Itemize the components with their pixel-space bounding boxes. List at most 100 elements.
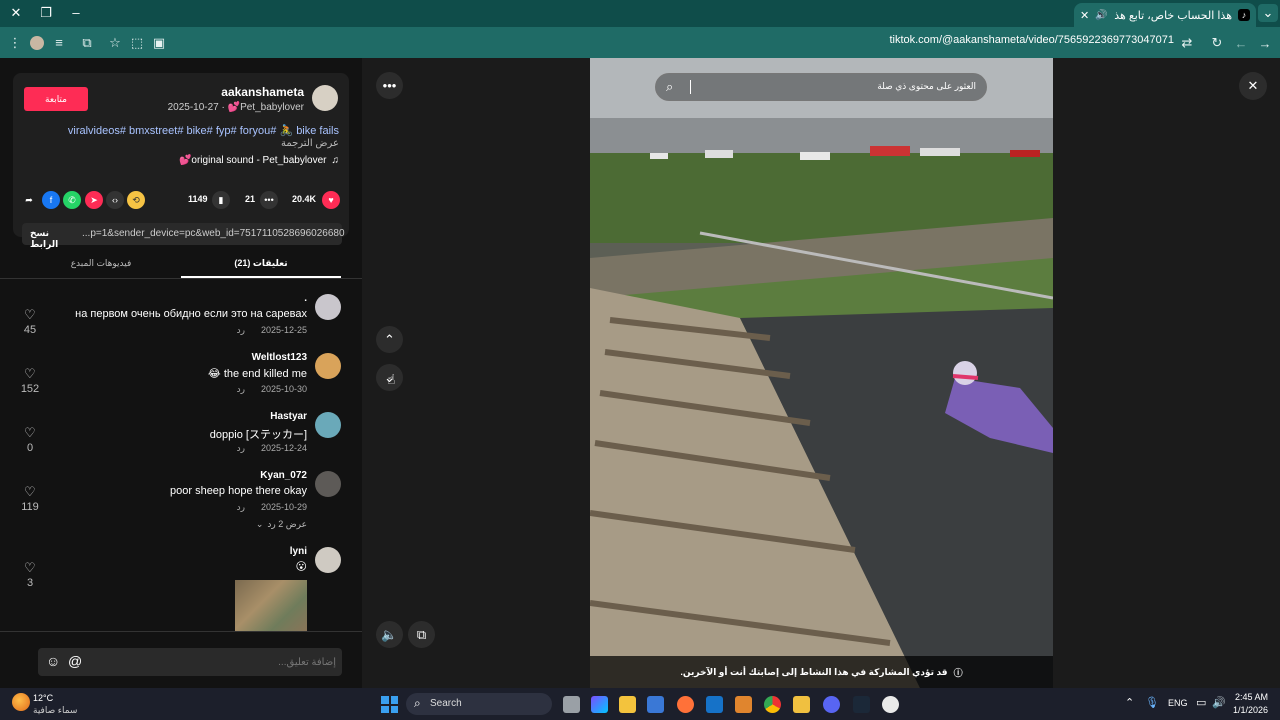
app-icon[interactable]	[793, 696, 810, 713]
speaker-icon[interactable]: 🔊	[1212, 696, 1226, 709]
back-icon[interactable]: ←	[1230, 32, 1252, 54]
chevron-down-icon: ⌄	[255, 519, 264, 529]
more-options-icon[interactable]: •••	[376, 72, 403, 99]
weather-moon-icon[interactable]	[12, 693, 30, 711]
commenter-avatar[interactable]	[315, 471, 341, 497]
comment-image[interactable]	[235, 580, 307, 632]
profile-icon[interactable]	[26, 32, 48, 54]
network-icon[interactable]: ▭	[1196, 696, 1206, 709]
discord-icon[interactable]	[823, 696, 840, 713]
store-icon[interactable]	[647, 696, 664, 713]
volume-icon[interactable]: 🔈	[376, 621, 403, 648]
task-view-icon[interactable]	[563, 696, 580, 713]
comment-like-icon[interactable]: ♡	[24, 425, 36, 441]
chrome-icon[interactable]	[764, 696, 781, 713]
share-icon[interactable]: ➦	[20, 191, 38, 209]
repost-icon[interactable]: ⟲	[127, 191, 145, 209]
whatsapp-icon[interactable]: ✆	[63, 191, 81, 209]
favorite-icon[interactable]: ☆	[104, 32, 126, 54]
author-username[interactable]: aakanshameta	[221, 85, 304, 99]
app-icon[interactable]	[735, 696, 752, 713]
reply-link[interactable]: رد	[237, 384, 245, 395]
extensions-icon[interactable]: ⧉	[76, 32, 98, 54]
copy-link-button[interactable]: نسخ الرابط	[30, 228, 70, 250]
picture-in-picture-icon[interactable]: ⧉	[408, 621, 435, 648]
commenter-name[interactable]: Weltlost123	[252, 352, 307, 363]
clock-date[interactable]: 1/1/2026	[1233, 705, 1268, 715]
previous-video-icon[interactable]: ⌃	[376, 326, 403, 353]
split-screen-icon[interactable]: ▣	[148, 32, 170, 54]
menu-icon[interactable]: ⋮	[4, 32, 26, 54]
comment-icon[interactable]: •••	[260, 191, 278, 209]
firefox-icon[interactable]	[677, 696, 694, 713]
commenter-avatar[interactable]	[315, 547, 341, 573]
reply-link[interactable]: رد	[237, 325, 245, 336]
translate-link[interactable]: عرض الترجمة	[281, 138, 339, 149]
steam-icon[interactable]	[853, 696, 870, 713]
restore-window-icon[interactable]: ❐	[36, 4, 56, 22]
tab-comments[interactable]: (21) تعليقات	[181, 252, 341, 278]
tab-close-icon[interactable]: ✕	[1080, 9, 1089, 22]
app-icon[interactable]	[882, 696, 899, 713]
author-avatar[interactable]	[312, 85, 338, 111]
file-explorer-icon[interactable]	[619, 696, 636, 713]
comment-like-icon[interactable]: ♡	[24, 366, 36, 382]
refresh-icon[interactable]: ↻	[1206, 32, 1228, 54]
tabs-divider	[0, 278, 362, 279]
screenshot-icon[interactable]: ⬚	[126, 32, 148, 54]
commenter-avatar[interactable]	[315, 353, 341, 379]
minimize-window-icon[interactable]: –	[66, 4, 86, 22]
view-replies-link[interactable]: ⌄ عرض 2 رد	[256, 519, 307, 530]
video-player[interactable]: ⌕ العثور على محتوى ذي صلة	[590, 58, 1053, 688]
commenter-name[interactable]: .	[304, 293, 307, 304]
video-search-bar[interactable]: ⌕ العثور على محتوى ذي صلة	[655, 73, 987, 101]
commenter-name[interactable]: Kyan_072	[260, 470, 307, 481]
taskbar-search-box[interactable]: ⌕ Search	[406, 693, 552, 715]
tray-chevron-icon[interactable]: ⌃	[1125, 696, 1134, 709]
post-caption[interactable]: viralvideos# bmxstreet# bike# fyp# foryo…	[68, 124, 339, 137]
comment-input[interactable]	[96, 653, 336, 671]
safety-warning-bar: قد تؤدي المشاركة في هذا النشاط إلى إصابت…	[590, 656, 1053, 688]
forward-icon[interactable]: →	[1254, 32, 1276, 54]
active-tab[interactable]: ♪ هذا الحساب خاص، تابع هذا ال... 🔊 ✕	[1074, 3, 1256, 27]
weather-temp[interactable]: 12°C	[33, 693, 53, 703]
windows-start-icon[interactable]	[381, 696, 398, 713]
like-icon[interactable]: ♥	[322, 191, 340, 209]
video-frame	[590, 58, 1053, 688]
microphone-icon[interactable]: 🎙	[1145, 696, 1159, 709]
send-icon[interactable]: ➤	[85, 191, 103, 209]
facebook-icon[interactable]: f	[42, 191, 60, 209]
taskbar-search-label: Search	[430, 698, 462, 709]
site-settings-icon[interactable]: ⇄	[1176, 32, 1198, 54]
browser-toolbar: ⋮ ≡ ⧉ ☆ ⬚ ▣ tiktok.com/@aakanshameta/vid…	[0, 27, 1280, 58]
reply-link[interactable]: رد	[237, 443, 245, 454]
commenter-name[interactable]: lyni	[290, 546, 307, 557]
comment-like-icon[interactable]: ♡	[24, 307, 36, 323]
reply-link[interactable]: رد	[237, 502, 245, 513]
mention-icon[interactable]: @	[68, 653, 82, 669]
comment-like-icon[interactable]: ♡	[24, 484, 36, 500]
address-bar[interactable]: tiktok.com/@aakanshameta/video/756592236…	[889, 34, 1174, 46]
embed-icon[interactable]: ‹›	[106, 191, 124, 209]
reading-list-icon[interactable]: ≡	[48, 32, 70, 54]
commenter-avatar[interactable]	[315, 412, 341, 438]
sound-row[interactable]: 💕original sound - Pet_babylover ♫	[179, 155, 339, 166]
emoji-icon[interactable]: ☺	[46, 653, 60, 669]
close-icon[interactable]: ✕	[1239, 72, 1267, 100]
copilot-icon[interactable]	[591, 696, 608, 713]
commenter-avatar[interactable]	[315, 294, 341, 320]
commenter-name[interactable]: Hastyar	[270, 411, 307, 422]
comment-like-icon[interactable]: ♡	[24, 560, 36, 576]
close-window-icon[interactable]: ✕	[6, 4, 26, 22]
tab-creator-videos[interactable]: فيديوهات المبدع	[21, 252, 181, 278]
tab-list-icon[interactable]: ⌄	[1258, 4, 1278, 22]
outlook-icon[interactable]	[706, 696, 723, 713]
tab-audio-icon[interactable]: 🔊	[1095, 10, 1107, 21]
comment-meta: رد 2025-12-24	[237, 443, 307, 454]
clock-time[interactable]: 2:45 AM	[1235, 692, 1268, 702]
panel-tabs: (21) تعليقات فيديوهات المبدع	[0, 252, 362, 279]
language-indicator[interactable]: ENG	[1168, 698, 1188, 708]
bookmark-icon[interactable]: ▮	[212, 191, 230, 209]
follow-button[interactable]: متابعة	[24, 87, 88, 111]
comment-like-count: 152	[20, 383, 40, 395]
